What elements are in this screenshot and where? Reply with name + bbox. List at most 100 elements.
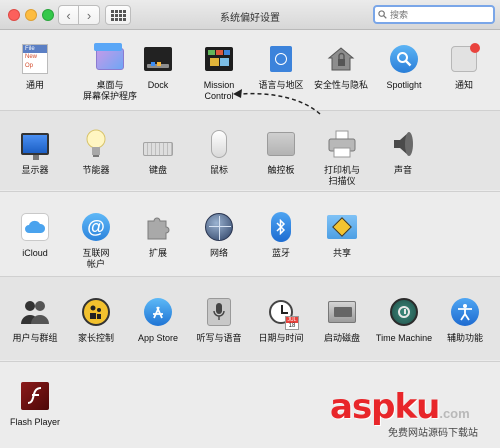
printer-icon: [326, 128, 358, 160]
pane-internet-accounts[interactable]: @ 互联网 帐户: [68, 211, 124, 270]
pane-keyboard[interactable]: 键盘: [130, 128, 186, 176]
pane-timemachine-label: Time Machine: [375, 333, 433, 343]
pane-notifications[interactable]: 通知: [436, 43, 492, 91]
pane-users-label: 用户与群组: [12, 333, 58, 343]
pane-sharing-label: 共享: [332, 248, 351, 258]
pane-mouse-label: 鼠标: [209, 165, 228, 175]
title-bar: ‹ › 系统偏好设置: [0, 0, 500, 30]
general-icon: File New Op: [19, 43, 51, 75]
pane-keyboard-label: 键盘: [148, 165, 167, 175]
general-icon-new: New: [25, 54, 38, 60]
pane-flash-player[interactable]: Flash Player: [7, 380, 63, 428]
pane-time-machine[interactable]: Time Machine: [372, 296, 436, 344]
chevron-left-icon: ‹: [66, 7, 71, 23]
flag-icon: [265, 43, 297, 75]
pane-parental-label: 家长控制: [77, 333, 114, 343]
display-icon: [19, 128, 51, 160]
pane-datetime-label: 日期与时间: [258, 333, 304, 343]
search-icon: [378, 10, 387, 19]
pane-network-label: 网络: [209, 248, 228, 258]
users-icon: [19, 296, 51, 328]
trackpad-icon: [265, 128, 297, 160]
globe-icon: [203, 211, 235, 243]
pane-internet-label: 互联网 帐户: [82, 248, 110, 269]
pane-extensions[interactable]: 扩展: [130, 211, 186, 259]
pane-general[interactable]: File New Op 通用: [7, 43, 63, 91]
pane-flash-label: Flash Player: [9, 417, 61, 427]
pane-displays-label: 显示器: [21, 165, 49, 175]
pane-users-groups[interactable]: 用户与群组: [7, 296, 63, 344]
pane-appstore-label: App Store: [137, 333, 179, 343]
pane-trackpad-label: 触控板: [267, 165, 295, 175]
zoom-button[interactable]: [42, 9, 54, 21]
spotlight-icon: [388, 43, 420, 75]
forward-button[interactable]: ›: [79, 5, 100, 25]
pane-desktop-label: 桌面与 屏幕保护程序: [82, 80, 137, 101]
pane-printers[interactable]: 打印机与 扫描仪: [314, 128, 370, 187]
search-field[interactable]: [373, 5, 495, 24]
icloud-icon: [19, 211, 51, 243]
pane-mouse[interactable]: 鼠标: [191, 128, 247, 176]
clock-calendar-icon: JUL 18: [265, 296, 299, 330]
back-button[interactable]: ‹: [58, 5, 79, 25]
minimize-button[interactable]: [25, 9, 37, 21]
pane-bluetooth-label: 蓝牙: [271, 248, 290, 258]
pane-date-time[interactable]: JUL 18 日期与时间: [253, 296, 309, 344]
watermark: aspku.com 免费网站源码下载站: [330, 387, 478, 439]
grid-icon: [110, 9, 126, 21]
desktop-screensaver-icon: [94, 43, 126, 75]
calendar-day: 18: [288, 323, 296, 329]
pane-mission-control-label: Mission Control: [203, 80, 235, 101]
pane-startup-label: 启动磁盘: [323, 333, 360, 343]
pane-icloud[interactable]: iCloud: [7, 211, 63, 259]
pane-displays[interactable]: 显示器: [7, 128, 63, 176]
pane-dictation-label: 听写与语音: [196, 333, 242, 343]
watermark-subtitle: 免费网站源码下载站: [388, 428, 478, 439]
chevron-right-icon: ›: [86, 7, 92, 23]
pane-startup-disk[interactable]: 启动磁盘: [314, 296, 370, 344]
accessibility-icon: [449, 296, 481, 328]
parental-controls-icon: [80, 296, 112, 328]
mouse-icon: [203, 128, 235, 160]
pane-trackpad[interactable]: 触控板: [253, 128, 309, 176]
dock-icon: [142, 43, 174, 75]
pane-printers-label: 打印机与 扫描仪: [323, 165, 360, 186]
pane-spotlight[interactable]: Spotlight: [376, 43, 432, 91]
pane-dictation-speech[interactable]: 听写与语音: [191, 296, 247, 344]
pane-sharing[interactable]: 共享: [314, 211, 370, 259]
watermark-logo: aspku: [330, 387, 440, 427]
microphone-icon: [203, 296, 235, 328]
bluetooth-icon: [265, 211, 297, 243]
watermark-tld: .com: [439, 406, 470, 421]
hard-disk-icon: [326, 296, 358, 328]
house-lock-icon: [325, 43, 357, 75]
keyboard-icon: [142, 128, 174, 160]
search-input[interactable]: [390, 9, 490, 20]
general-icon-file: File: [23, 45, 47, 53]
show-all-button[interactable]: [105, 5, 131, 25]
pane-notifications-label: 通知: [454, 80, 473, 90]
pane-energy-label: 节能器: [82, 165, 110, 175]
pane-bluetooth[interactable]: 蓝牙: [253, 211, 309, 259]
pane-energy-saver[interactable]: 节能器: [68, 128, 124, 176]
puzzle-piece-icon: [142, 211, 174, 243]
lightbulb-icon: [80, 128, 112, 160]
general-icon-op: Op: [25, 63, 34, 69]
pane-network[interactable]: 网络: [191, 211, 247, 259]
pane-accessibility-label: 辅助功能: [446, 333, 483, 343]
pane-parental-controls[interactable]: 家长控制: [68, 296, 124, 344]
pane-accessibility[interactable]: 辅助功能: [437, 296, 493, 344]
flash-player-icon: [19, 380, 51, 412]
dashed-arrow-icon: [233, 89, 321, 115]
pane-sound-label: 声音: [393, 165, 412, 175]
mission-control-icon: [203, 43, 235, 75]
pane-dock[interactable]: Dock: [130, 43, 186, 91]
close-button[interactable]: [8, 9, 20, 21]
pane-icloud-label: iCloud: [22, 248, 48, 258]
notifications-icon: [448, 43, 480, 75]
pane-sound[interactable]: 声音: [375, 128, 431, 176]
pane-dock-label: Dock: [147, 80, 169, 90]
pane-app-store[interactable]: App Store: [130, 296, 186, 344]
pane-spotlight-label: Spotlight: [386, 80, 422, 90]
pane-extensions-label: 扩展: [148, 248, 167, 258]
